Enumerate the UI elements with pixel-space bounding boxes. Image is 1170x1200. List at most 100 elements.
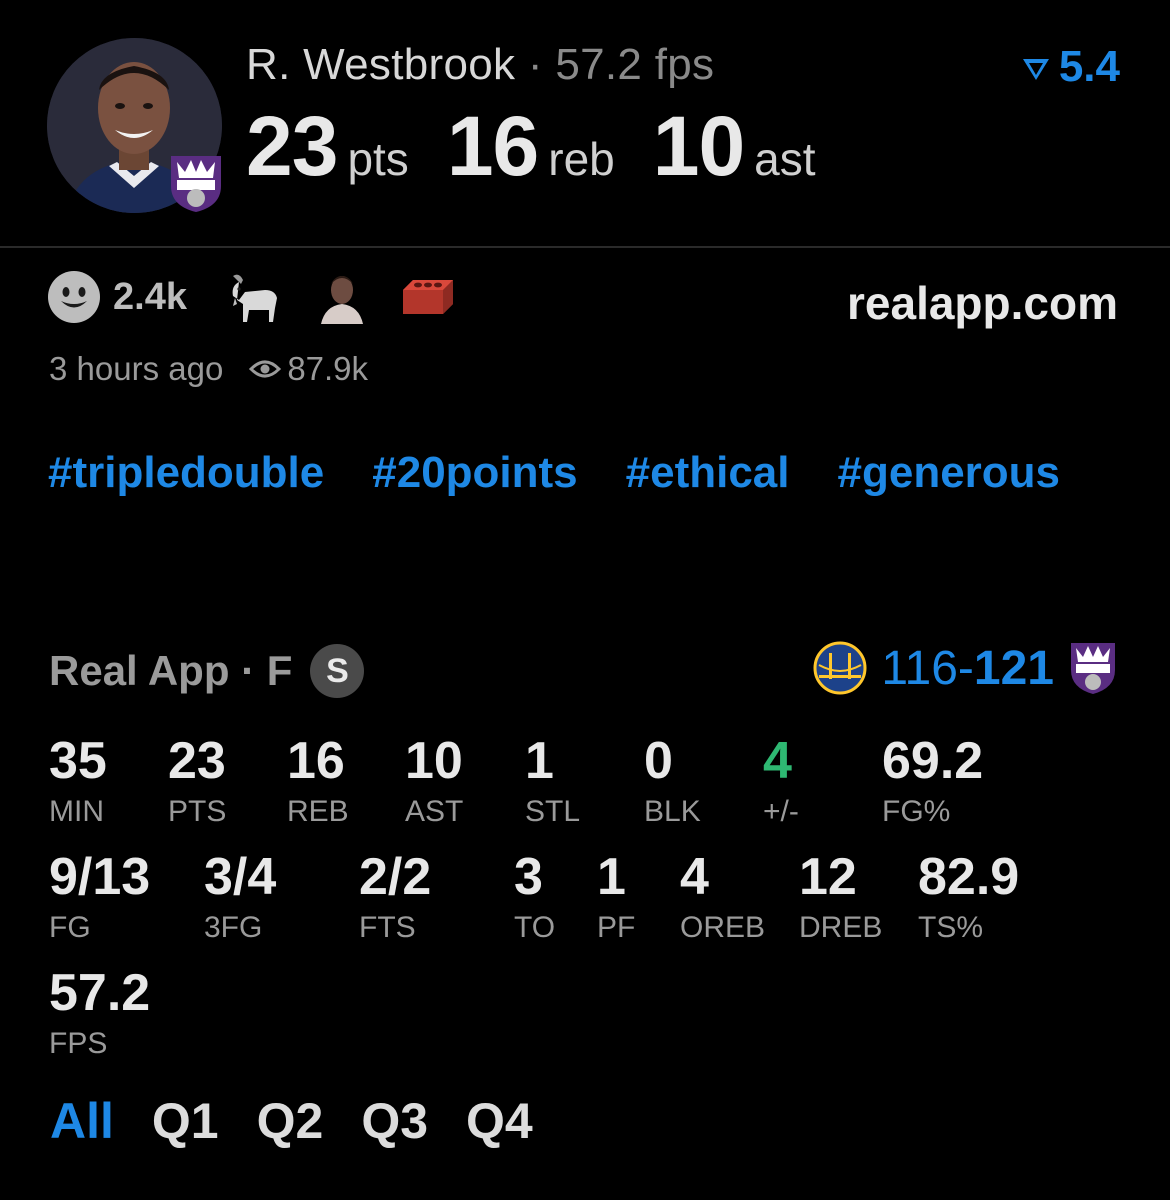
tab-q4[interactable]: Q4 bbox=[466, 1092, 533, 1150]
stat-min: 35 MIN bbox=[49, 735, 107, 827]
eye-icon bbox=[249, 360, 282, 378]
stat-oreb: 4 OREB bbox=[680, 851, 765, 943]
stat-value: 4 bbox=[680, 848, 709, 906]
stat-value: 0 bbox=[644, 732, 673, 790]
rating-badge[interactable]: 5.4 bbox=[1021, 42, 1120, 92]
warriors-logo-icon bbox=[813, 641, 867, 695]
stat-label: REB bbox=[287, 795, 349, 828]
stat-stl: 1 STL bbox=[525, 735, 580, 827]
stat-value: 3/4 bbox=[204, 848, 277, 906]
fps-text: 57.2 fps bbox=[555, 40, 715, 89]
stat-fps: 57.2 FPS bbox=[49, 967, 150, 1059]
stat-value: 69.2 bbox=[882, 732, 984, 790]
stat-label: TO bbox=[514, 911, 556, 944]
player-header: R. Westbrook · 57.2 fps 5.4 23 pts 16 re… bbox=[0, 0, 1170, 248]
player-name-line: R. Westbrook · 57.2 fps bbox=[246, 40, 714, 90]
hashtag-ethical[interactable]: #ethical bbox=[626, 448, 790, 498]
rating-value: 5.4 bbox=[1058, 42, 1120, 91]
stat-fts: 2/2 FTS bbox=[359, 851, 431, 943]
smiley-icon[interactable] bbox=[47, 270, 101, 324]
stat-value: 16 bbox=[287, 732, 345, 790]
tab-q2[interactable]: Q2 bbox=[257, 1092, 324, 1150]
stat-label: 3FG bbox=[204, 911, 263, 944]
stat-value: 23 bbox=[168, 732, 226, 790]
name-separator: · bbox=[527, 40, 543, 89]
headline-pts-unit: pts bbox=[347, 133, 409, 185]
stat-label: FTS bbox=[359, 911, 416, 944]
stat-label: +/- bbox=[763, 795, 799, 828]
player-reaction-icon[interactable] bbox=[319, 270, 365, 324]
stat-ts-pct: 82.9 TS% bbox=[918, 851, 1019, 943]
hashtag-tripledouble[interactable]: #tripledouble bbox=[48, 448, 324, 498]
stat-pf: 1 PF bbox=[597, 851, 635, 943]
hashtag-list: #tripledouble #20points #ethical #genero… bbox=[48, 448, 1128, 498]
game-source-line: Real App · F S bbox=[49, 644, 365, 698]
headline-stats: 23 pts 16 reb 10 ast bbox=[246, 98, 854, 195]
stat-value: 9/13 bbox=[49, 848, 151, 906]
stat-ast: 10 AST bbox=[405, 735, 463, 827]
score-value: 116-121 bbox=[881, 641, 1054, 696]
headline-reb-value: 16 bbox=[446, 99, 539, 193]
game-source: Real App · F bbox=[49, 647, 293, 694]
stat-label: AST bbox=[405, 795, 464, 828]
stat-label: FPS bbox=[49, 1027, 108, 1060]
tab-q3[interactable]: Q3 bbox=[361, 1092, 428, 1150]
quarter-tabs: All Q1 Q2 Q3 Q4 bbox=[50, 1092, 533, 1150]
stat-value: 4 bbox=[763, 732, 792, 790]
headline-ast-value: 10 bbox=[652, 99, 745, 193]
stat-fg-pct: 69.2 FG% bbox=[882, 735, 983, 827]
stat-3fg: 3/4 3FG bbox=[204, 851, 276, 943]
stat-label: STL bbox=[525, 795, 581, 828]
post-meta: 3 hours ago 87.9k bbox=[49, 350, 368, 388]
headline-ast-unit: ast bbox=[754, 133, 816, 185]
player-name[interactable]: R. Westbrook bbox=[246, 40, 515, 89]
stat-label: DREB bbox=[799, 911, 883, 944]
hashtag-20points[interactable]: #20points bbox=[372, 448, 577, 498]
stat-label: BLK bbox=[644, 795, 701, 828]
view-count: 87.9k bbox=[249, 350, 368, 388]
hashtag-generous[interactable]: #generous bbox=[838, 448, 1061, 498]
stat-value: 57.2 bbox=[49, 964, 151, 1022]
stat-value: 1 bbox=[525, 732, 554, 790]
kings-logo-icon bbox=[167, 152, 225, 214]
tab-all[interactable]: All bbox=[50, 1092, 114, 1150]
kings-logo-icon bbox=[1071, 643, 1115, 694]
tab-q1[interactable]: Q1 bbox=[152, 1092, 219, 1150]
reaction-count[interactable]: 2.4k bbox=[113, 276, 187, 319]
stat-dreb: 12 DREB bbox=[799, 851, 882, 943]
time-ago: 3 hours ago bbox=[49, 350, 224, 387]
stat-label: OREB bbox=[680, 911, 766, 944]
stat-plus-minus: 4 +/- bbox=[763, 735, 799, 827]
stat-reb: 16 REB bbox=[287, 735, 349, 827]
score-right: 121 bbox=[973, 641, 1054, 695]
headline-reb-unit: reb bbox=[548, 133, 615, 185]
site-link[interactable]: realapp.com bbox=[847, 276, 1118, 330]
stat-value: 3 bbox=[514, 848, 543, 906]
stat-value: 1 bbox=[597, 848, 626, 906]
goat-emoji[interactable] bbox=[225, 270, 283, 324]
brick-emoji[interactable] bbox=[401, 276, 455, 318]
stat-label: FG% bbox=[882, 795, 951, 828]
stat-value: 2/2 bbox=[359, 848, 432, 906]
stat-label: PF bbox=[597, 911, 636, 944]
stat-label: TS% bbox=[918, 911, 984, 944]
headline-pts-value: 23 bbox=[246, 99, 338, 193]
stat-label: MIN bbox=[49, 795, 104, 828]
score-left: 116- bbox=[881, 641, 974, 695]
stat-label: FG bbox=[49, 911, 91, 944]
reactions-bar: 2.4k bbox=[47, 270, 491, 324]
rating-arrow-icon bbox=[1022, 59, 1049, 80]
stat-value: 35 bbox=[49, 732, 107, 790]
game-score[interactable]: 116-121 bbox=[813, 640, 1118, 696]
stat-fg: 9/13 FG bbox=[49, 851, 150, 943]
stat-value: 12 bbox=[799, 848, 857, 906]
post-card: R. Westbrook · 57.2 fps 5.4 23 pts 16 re… bbox=[0, 0, 1170, 1200]
stat-to: 3 TO bbox=[514, 851, 555, 943]
status-badge: S bbox=[310, 644, 365, 698]
stat-value: 10 bbox=[405, 732, 463, 790]
stat-value: 82.9 bbox=[918, 848, 1020, 906]
view-count-value: 87.9k bbox=[287, 350, 369, 387]
stat-label: PTS bbox=[168, 795, 227, 828]
stat-blk: 0 BLK bbox=[644, 735, 701, 827]
stat-pts: 23 PTS bbox=[168, 735, 226, 827]
